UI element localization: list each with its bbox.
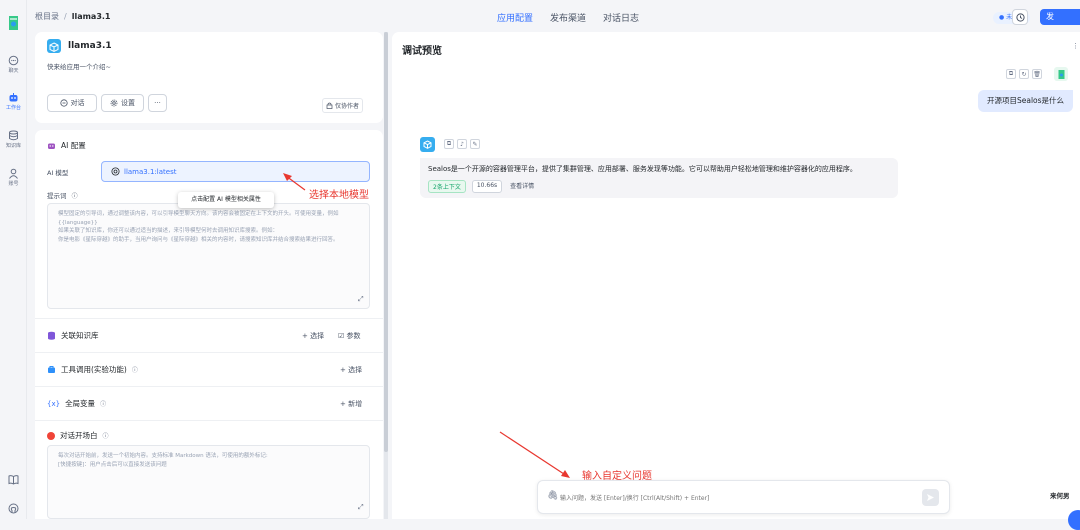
input-annotation-arrowhead: [561, 470, 570, 478]
input-annotation-arrow: [499, 431, 568, 477]
annotation-arrows: [283, 173, 570, 478]
model-annotation: 选择本地模型: [309, 190, 369, 201]
input-annotation: 输入自定义问题: [582, 471, 652, 482]
